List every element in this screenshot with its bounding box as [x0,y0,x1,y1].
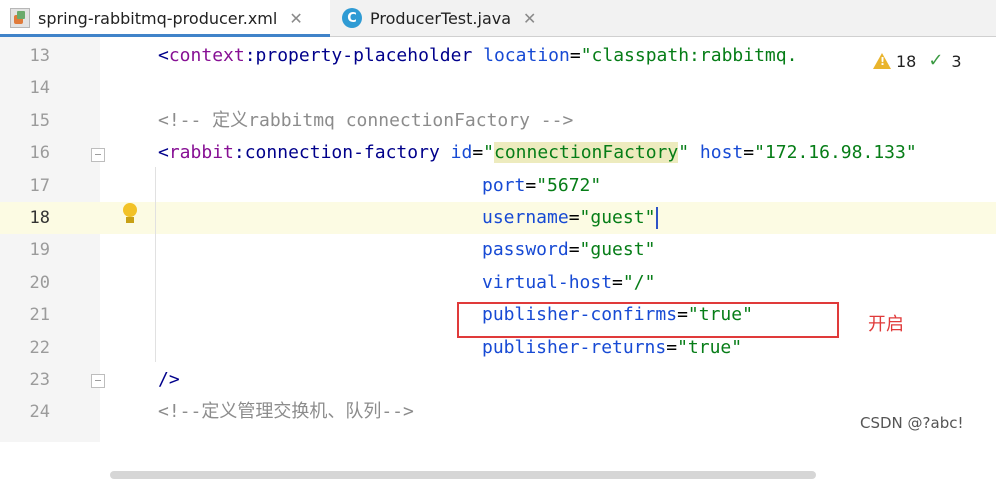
tab-label: ProducerTest.java [370,8,512,28]
fold-marker-icon[interactable] [91,374,105,388]
tab-label: spring-rabbitmq-producer.xml [38,8,278,28]
fold-marker-icon[interactable] [91,148,105,162]
line-number: 16 [29,143,50,164]
line-number: 13 [29,46,50,66]
text-caret [656,207,659,229]
code-line: 16 <rabbit:connection-factory id="connec… [0,137,996,169]
code-text: port="5672" [482,174,602,196]
watermark: CSDN @?abc! [860,414,964,432]
code-line: 23 /> [0,364,996,396]
line-number: 14 [29,78,50,99]
warning-icon [873,53,891,69]
close-icon[interactable]: ✕ [289,9,302,28]
weak-warning-check-icon: ✓ [928,50,944,71]
warning-count: 18 [896,51,917,71]
code-comment: <!--定义管理交换机、队列--> [158,401,414,423]
horizontal-scrollbar[interactable] [110,471,816,479]
java-class-icon: C [342,8,362,28]
line-number: 20 [29,272,50,293]
inspection-widget[interactable]: 18 ✓ 3 [860,37,996,85]
code-line: 15 <!-- 定义rabbitmq connectionFactory --> [0,105,996,137]
code-text: password="guest" [482,239,656,261]
code-text: <rabbit:connection-factory id="connectio… [158,142,917,164]
code-line-current: 18 username="guest" [0,202,996,235]
code-text: /> [158,369,180,390]
line-number: 17 [29,175,50,196]
annotation-highlight-box [457,302,839,338]
tab-producertest-java[interactable]: C ProducerTest.java ✕ [332,0,550,36]
editor-tab-bar: spring-rabbitmq-producer.xml ✕ C Produce… [0,0,996,37]
code-editor[interactable]: 13 <context:property-placeholder locatio… [0,37,996,479]
indent-guide [155,167,156,362]
code-comment: <!-- 定义rabbitmq connectionFactory --> [158,109,574,131]
code-line: 24 <!--定义管理交换机、队列--> [0,396,996,428]
lightbulb-intention-icon[interactable] [121,203,139,227]
code-text: username="guest" [482,202,659,234]
line-number: 19 [29,240,50,261]
line-number: 15 [29,110,50,131]
code-line: 19 password="guest" [0,234,996,266]
line-number: 23 [29,370,50,390]
annotation-label: 开启 [868,314,904,335]
line-number: 21 [29,305,50,326]
line-number: 24 [29,402,50,423]
code-text: virtual-host="/" [482,271,656,293]
code-line: 20 virtual-host="/" [0,267,996,299]
line-number: 18 [29,208,50,228]
line-number: 22 [29,337,50,358]
xml-file-icon [10,8,30,28]
tab-spring-rabbitmq-producer-xml[interactable]: spring-rabbitmq-producer.xml ✕ [0,0,330,37]
code-line: 13 <context:property-placeholder locatio… [0,40,996,72]
code-line: 14 [0,72,996,104]
weak-warning-count: 3 [951,51,962,71]
close-icon[interactable]: ✕ [523,9,536,28]
code-line: 17 port="5672" [0,170,996,202]
code-text: <context:property-placeholder location="… [158,45,798,66]
